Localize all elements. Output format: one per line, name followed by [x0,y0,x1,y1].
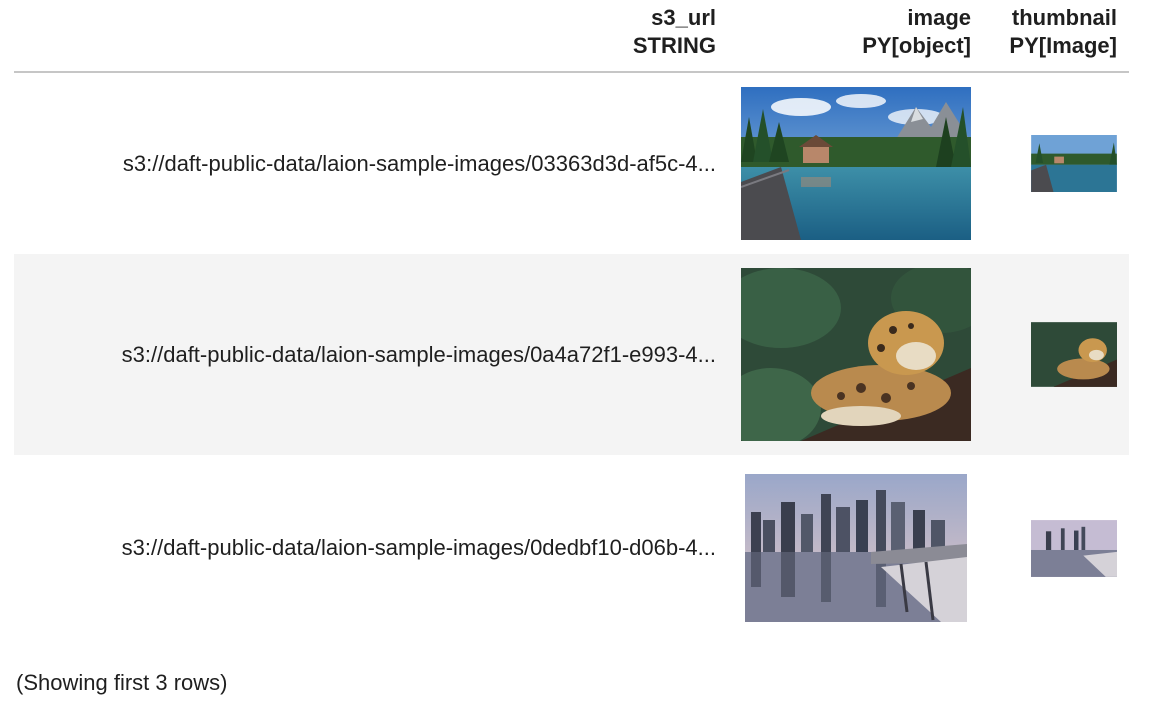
thumbnail-cell [983,254,1129,455]
city-skyline-reflection-thumbnail [1031,519,1117,577]
column-type: PY[object] [862,33,971,58]
column-header-thumbnail: thumbnail PY[Image] [983,0,1129,73]
header-row: s3_url STRING image PY[object] thumbnail… [14,0,1129,73]
column-type: STRING [632,33,716,58]
table-row: s3://daft-public-data/laion-sample-image… [14,455,1129,641]
image-cell [728,455,983,641]
s3-url-cell: s3://daft-public-data/laion-sample-image… [122,150,716,176]
mountain-lake-cabin-image [741,87,971,240]
s3-url-cell: s3://daft-public-data/laion-sample-image… [14,254,728,455]
column-name: thumbnail [1011,5,1117,30]
column-header-s3-url: s3_url STRING [14,0,728,73]
column-header-image: image PY[object] [728,0,983,73]
column-name: image [907,5,971,30]
image-cell [728,254,983,455]
column-type: PY[Image] [1009,33,1117,58]
table-row: s3://daft-public-data/laion-sample-image… [14,254,1129,455]
table-row: s3://daft-public-data/laion-sample-image… [14,72,1129,254]
table-body: s3://daft-public-data/laion-sample-image… [14,72,1129,641]
jaguar-painting-thumbnail [1031,322,1117,387]
column-name: s3_url [651,5,716,30]
table-header: s3_url STRING image PY[object] thumbnail… [14,0,1129,73]
s3-url-cell: s3://daft-public-data/laion-sample-image… [121,535,716,560]
rows-shown-caption: (Showing first 3 rows) [16,670,228,695]
dataframe-table: s3_url STRING image PY[object] thumbnail… [14,0,1129,641]
jaguar-painting-image [741,268,971,441]
thumbnail-cell [983,72,1129,254]
image-cell [728,72,983,254]
city-skyline-reflection-image [744,472,968,624]
mountain-lake-cabin-thumbnail [1031,135,1117,192]
dataframe-output: s3_url STRING image PY[object] thumbnail… [0,0,1156,716]
thumbnail-cell [983,455,1129,641]
